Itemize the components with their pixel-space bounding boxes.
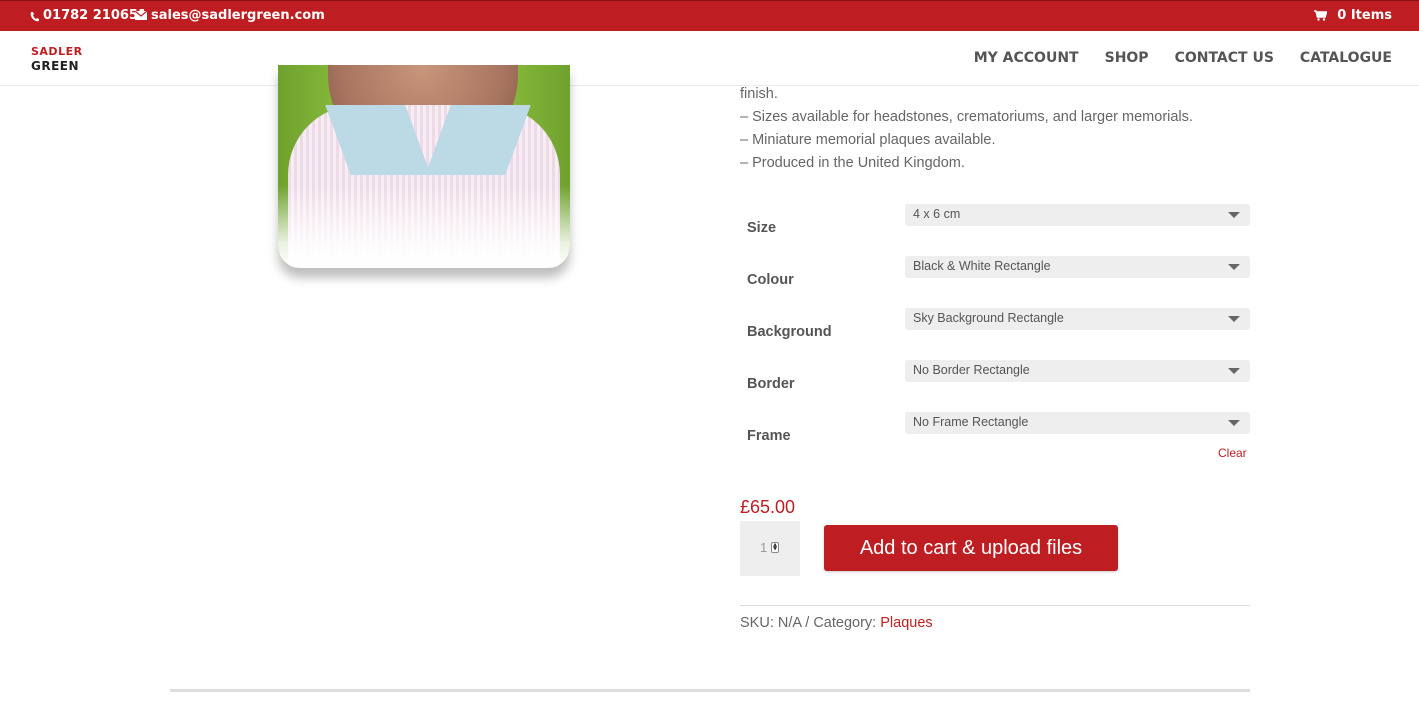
frame-select[interactable]: No Frame Rectangle <box>905 412 1250 434</box>
variation-row-colour: Colour Black & White Rectangle <box>740 252 1250 292</box>
phone-link[interactable]: 01782 210651 <box>30 8 147 23</box>
product-gallery <box>170 65 710 268</box>
spinner-arrows-icon[interactable]: ▲ ▼ <box>771 542 779 553</box>
email-address: sales@sadlergreen.com <box>151 8 325 23</box>
cart-link[interactable]: 0 Items <box>1314 8 1392 23</box>
description-line: – Sizes available for headstones, cremat… <box>740 109 1193 125</box>
product-description: finish. – Sizes available for headstones… <box>740 83 1193 175</box>
quantity-stepper[interactable]: 1 ▲ ▼ <box>740 521 800 576</box>
description-line: finish. <box>740 86 778 102</box>
mail-icon <box>135 11 147 20</box>
background-select-value: Sky Background Rectangle <box>913 311 1064 325</box>
size-select-value: 4 x 6 cm <box>913 207 961 221</box>
nav-my-account[interactable]: MY ACCOUNT <box>974 50 1079 66</box>
image-gloss <box>278 185 570 268</box>
variation-row-size: Size 4 x 6 cm <box>740 200 1250 240</box>
nav-catalogue[interactable]: CATALOGUE <box>1300 50 1392 66</box>
description-line: – Miniature memorial plaques available. <box>740 132 996 148</box>
cart-count: 0 Items <box>1337 8 1392 23</box>
border-select-value: No Border Rectangle <box>913 363 1030 377</box>
variation-row-background: Background Sky Background Rectangle <box>740 304 1250 344</box>
main-nav: MY ACCOUNT SHOP CONTACT US CATALOGUE <box>974 50 1392 66</box>
site-logo[interactable]: sadler green <box>31 42 109 75</box>
cart-icon <box>1314 10 1328 21</box>
description-line: – Produced in the United Kingdom. <box>740 155 965 171</box>
chevron-down-icon <box>1228 368 1240 374</box>
product-price: £65.00 <box>740 497 796 517</box>
phone-number: 01782 210651 <box>43 8 148 23</box>
product-image[interactable] <box>278 65 570 268</box>
add-to-cart-button[interactable]: Add to cart & upload files <box>824 525 1118 571</box>
quantity-value: 1 <box>760 540 768 555</box>
nav-shop[interactable]: SHOP <box>1105 50 1149 66</box>
frame-select-value: No Frame Rectangle <box>913 415 1029 429</box>
background-label: Background <box>747 324 832 340</box>
colour-select[interactable]: Black & White Rectangle <box>905 256 1250 278</box>
add-to-cart-label: Add to cart & upload files <box>859 536 1083 559</box>
clear-selection-link[interactable]: Clear <box>1218 446 1247 460</box>
email-link[interactable]: sales@sadlergreen.com <box>135 8 325 23</box>
product-meta: SKU: N/A / Category: Plaques <box>740 615 933 631</box>
colour-label: Colour <box>747 272 794 288</box>
category-link[interactable]: Plaques <box>880 615 932 631</box>
size-select[interactable]: 4 x 6 cm <box>905 204 1250 226</box>
variation-row-border: Border No Border Rectangle <box>740 356 1250 396</box>
phone-icon <box>30 11 39 21</box>
size-label: Size <box>747 220 777 236</box>
colour-select-value: Black & White Rectangle <box>913 259 1051 273</box>
chevron-down-icon <box>1228 420 1240 426</box>
sku-category-text: SKU: N/A / Category: <box>740 615 877 631</box>
variation-row-frame: Frame No Frame Rectangle <box>740 408 1250 448</box>
frame-label: Frame <box>747 428 791 444</box>
meta-divider <box>740 605 1250 606</box>
background-select[interactable]: Sky Background Rectangle <box>905 308 1250 330</box>
logo-bottom-text: green <box>31 55 80 75</box>
chevron-down-icon <box>1228 316 1240 322</box>
chevron-down-icon <box>1228 264 1240 270</box>
border-label: Border <box>747 376 795 392</box>
section-divider <box>170 689 1250 692</box>
border-select[interactable]: No Border Rectangle <box>905 360 1250 382</box>
site-header: sadler green MY ACCOUNT SHOP CONTACT US … <box>0 31 1419 85</box>
top-bar: 01782 210651 sales@sadlergreen.com 0 Ite… <box>0 0 1419 31</box>
nav-contact-us[interactable]: CONTACT US <box>1175 50 1274 66</box>
chevron-down-icon <box>1228 212 1240 218</box>
